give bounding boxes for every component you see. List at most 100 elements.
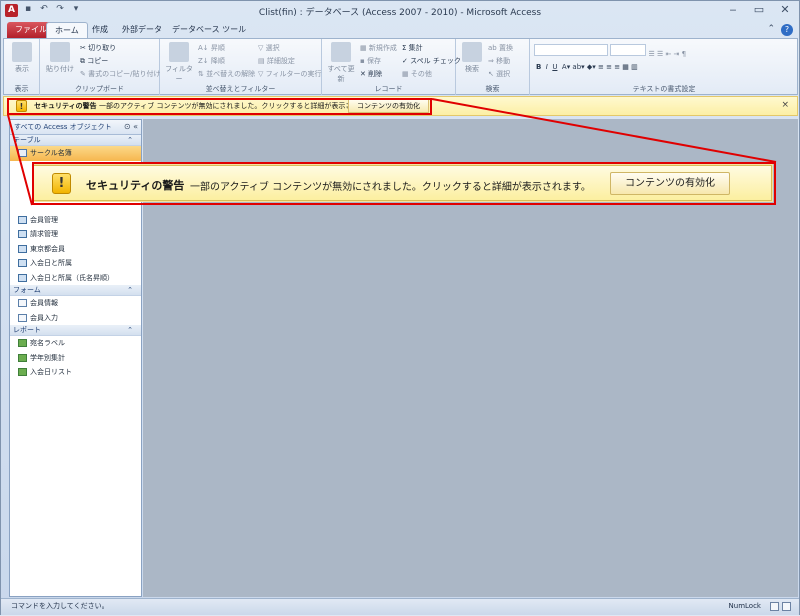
paste-icon [50,42,70,62]
report-object-icon [18,339,27,347]
query-object-icon [18,230,27,238]
query-object-icon [18,259,27,267]
nav-item-report[interactable]: 宛名ラベル [10,336,141,351]
view-icon [12,42,32,62]
group-clipboard-label: クリップボード [75,85,124,93]
format-painter-button[interactable]: ✎ 書式のコピー/貼り付け [80,69,160,79]
query-object-icon [18,215,27,224]
ribbon-tabs: ファイル ホーム 作成 外部データ データベース ツール ⌃ ? [1,21,799,38]
nav-item-report[interactable]: 学年別集計 [10,351,141,366]
nav-category-form[interactable]: フォーム ⌃ [10,285,141,296]
binoculars-icon [462,42,482,62]
query-object-icon [18,273,27,282]
group-text-label: テキストの書式設定 [632,85,696,93]
window-controls: ‒ ▭ ✕ [725,3,793,16]
view-switcher [770,602,791,611]
nav-item-form[interactable]: 会員入力 [10,311,141,326]
numlock-indicator: NumLock [728,602,761,610]
nav-item-query[interactable]: 請求管理 [10,227,141,242]
spelling-button[interactable]: ✓ スペル チェック [402,56,461,66]
nav-item-query[interactable]: 東京都会員 [10,242,141,257]
nav-category-report[interactable]: レポート ⌃ [10,325,141,336]
callout-highlight-box [32,162,776,205]
form-object-icon [18,313,27,322]
font-name-dropdown[interactable] [534,44,608,56]
font-size-dropdown[interactable] [610,44,647,56]
filter-button[interactable]: フィルター [164,42,194,84]
collapse-ribbon-icon[interactable]: ⌃ [767,24,775,36]
cut-button[interactable]: ✂ 切り取り [80,43,116,53]
italic-button[interactable]: I [546,63,548,71]
descending-button[interactable]: Z↓ 降順 [198,56,225,66]
group-find: 検索 ab 置換 ⇒ 移動 ↖ 選択 検索 [456,39,530,95]
close-button[interactable]: ✕ [777,3,793,16]
selection-button[interactable]: ▽ 選択 [258,43,280,53]
design-view-icon[interactable] [782,602,791,611]
new-record-button[interactable]: ▦ 新規作成 [360,43,397,53]
close-security-bar-button[interactable]: × [781,100,789,110]
minimize-button[interactable]: ‒ [725,3,741,16]
group-find-label: 検索 [485,85,500,93]
access-window: A ▪ ↶ ↷ ▾ Clist(fin) : データベース (Access 20… [0,0,800,615]
copy-button[interactable]: ⧉ コピー [80,56,108,66]
bold-button[interactable]: B [536,63,541,71]
group-records: すべて更新 ▦ 新規作成 ▪ 保存 ✕ 削除 Σ 集計 ✓ スペル チェック ▦… [322,39,461,95]
paste-button[interactable]: 貼り付け [44,42,76,74]
save-record-button[interactable]: ▪ 保存 [360,56,381,66]
table-object-icon [18,149,27,157]
nav-item-table[interactable]: サークル名簿 [10,146,141,161]
select-button[interactable]: ↖ 選択 [488,69,510,79]
tab-create[interactable]: 作成 [84,22,116,38]
nav-item-report[interactable]: 入会日リスト [10,365,141,380]
group-records-label: レコード [374,85,403,93]
group-clipboard: 貼り付け ✂ 切り取り ⧉ コピー ✎ 書式のコピー/貼り付け クリップボード [40,39,160,95]
nav-item-query[interactable]: 会員管理 [10,213,141,228]
status-bar: コマンドを入力してください。 NumLock [1,598,799,615]
underline-button[interactable]: U [552,63,557,71]
totals-button[interactable]: Σ 集計 [402,43,423,53]
nav-item-form[interactable]: 会員情報 [10,296,141,311]
form-object-icon [18,299,27,307]
ribbon: 表示 表示 貼り付け ✂ 切り取り ⧉ コピー ✎ 書式のコピー/貼り付け クリ… [3,38,798,95]
form-view-icon[interactable] [770,602,779,611]
tab-external-data[interactable]: 外部データ [114,22,170,38]
nav-item-query[interactable]: 入会日と所属 [10,256,141,271]
ribbon-right-controls: ⌃ ? [767,24,793,36]
tab-home[interactable]: ホーム [46,22,88,38]
delete-record-button[interactable]: ✕ 削除 [360,69,382,79]
highlight-box [7,98,432,115]
report-object-icon [18,368,27,376]
tab-database-tools[interactable]: データベース ツール [164,22,254,38]
group-sort-filter: フィルター A↓ 昇順 Z↓ 降順 ⇅ 並べ替えの解除 ▽ 選択 ▤ 詳細設定 … [160,39,322,95]
view-button[interactable]: 表示 [9,42,35,74]
refresh-all-button[interactable]: すべて更新 [326,42,356,84]
group-view-label: 表示 [14,85,29,93]
collapse-chevron-icon[interactable]: ⌃ [127,135,133,145]
help-icon[interactable]: ? [781,24,793,36]
nav-item-query[interactable]: 入会日と所属（氏名昇順） [10,271,141,286]
find-button[interactable]: 検索 [460,42,484,74]
collapse-chevron-icon[interactable]: ⌃ [127,285,133,295]
goto-button[interactable]: ⇒ 移動 [488,56,510,66]
replace-button[interactable]: ab 置換 [488,43,513,53]
group-view: 表示 表示 [4,39,40,95]
title-bar: A ▪ ↶ ↷ ▾ Clist(fin) : データベース (Access 20… [1,1,799,21]
restore-button[interactable]: ▭ [751,3,767,16]
nav-pane-header[interactable]: すべての Access オブジェクト ⊙ « [10,120,141,135]
more-button[interactable]: ▦ その他 [402,69,432,79]
nav-category-table[interactable]: テーブル ⌃ [10,135,141,146]
collapse-chevron-icon[interactable]: ⌃ [127,325,133,335]
report-object-icon [18,353,27,362]
filter-icon [169,42,189,62]
remove-sort-button[interactable]: ⇅ 並べ替えの解除 [198,69,255,79]
refresh-icon [331,42,351,62]
query-object-icon [18,244,27,253]
status-text: コマンドを入力してください。 [11,602,109,610]
toggle-filter-button[interactable]: ▽ フィルターの実行 [258,69,321,79]
nav-pane-menu-icon[interactable]: ⊙ « [124,120,138,134]
ascending-button[interactable]: A↓ 昇順 [198,43,225,53]
advanced-button[interactable]: ▤ 詳細設定 [258,56,295,66]
group-text-formatting: ☰ ☰ ⇤ ⇥ ¶ B I U A▾ ab▾ ◆▾ ≡ ≡ ≡ ▦ ▥ テキスト… [530,39,798,95]
group-sort-label: 並べ替えとフィルター [205,85,276,93]
window-title: Clist(fin) : データベース (Access 2007 - 2010)… [258,8,542,18]
